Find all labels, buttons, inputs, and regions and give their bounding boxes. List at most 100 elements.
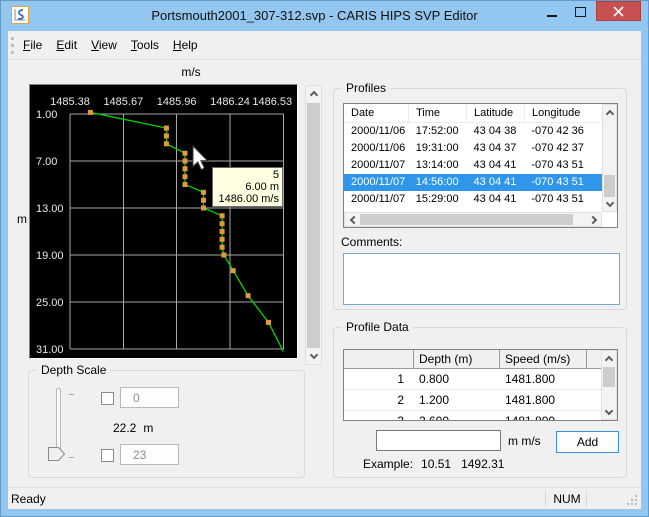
chevron-left-icon xyxy=(349,215,357,223)
profiles-vscroll-thumb[interactable] xyxy=(604,175,615,197)
chart-scroll-up-button[interactable] xyxy=(306,86,321,102)
svg-text:25.00: 25.00 xyxy=(36,297,64,309)
data-column-header-speed-m-s-[interactable]: Speed (m/s) xyxy=(500,350,587,368)
profile-row[interactable]: 2000/11/0714:56:0043 04 41-070 43 51 xyxy=(344,174,602,191)
svg-text:1485.38: 1485.38 xyxy=(50,96,90,108)
data-cell: 1.200 xyxy=(414,390,500,410)
svg-text:1.00: 1.00 xyxy=(36,109,57,121)
chevron-right-icon xyxy=(588,215,596,223)
profiles-horizontal-scrollbar[interactable] xyxy=(344,212,602,227)
profiles-scroll-up-button[interactable] xyxy=(603,105,616,120)
max-depth-field xyxy=(120,444,179,465)
minimize-button[interactable] xyxy=(538,1,565,21)
maximize-icon xyxy=(575,7,586,17)
data-scroll-down-button[interactable] xyxy=(602,404,616,419)
max-depth-checkbox[interactable] xyxy=(101,449,114,462)
min-depth-field xyxy=(120,387,179,408)
tooltip-speed: 1486.00 m/s xyxy=(216,193,279,205)
comments-label: Comments: xyxy=(341,235,402,249)
profiles-column-header-time[interactable]: Time xyxy=(409,104,467,123)
profiles-scroll-right-button[interactable] xyxy=(586,213,601,226)
profile-cell: 2000/11/07 xyxy=(344,157,409,174)
data-scroll-up-button[interactable] xyxy=(602,351,616,366)
slider-tick-top xyxy=(69,394,74,395)
profiles-table-header: DateTimeLatitudeLongitude xyxy=(344,104,603,123)
profiles-column-header-date[interactable]: Date xyxy=(344,104,409,123)
profile-data-group: Profile Data Depth (m)Speed (m/s) 10.800… xyxy=(333,327,627,478)
chart-scrollbar[interactable] xyxy=(305,85,322,365)
profiles-table-rows: 2000/11/0617:52:0043 04 38-070 42 362000… xyxy=(344,123,602,208)
minimize-icon xyxy=(547,15,557,17)
profile-cell: 43 04 38 xyxy=(467,123,525,140)
chevron-up-icon xyxy=(309,91,317,99)
profile-row[interactable]: 2000/11/0617:52:0043 04 38-070 42 36 xyxy=(344,123,602,140)
chevron-up-icon xyxy=(605,109,613,117)
min-depth-checkbox[interactable] xyxy=(101,392,114,405)
profiles-group: Profiles DateTimeLatitudeLongitude 2000/… xyxy=(333,88,627,310)
profile-row[interactable]: 2000/11/0715:29:0043 04 41-070 43 51 xyxy=(344,191,602,208)
profile-data-table[interactable]: Depth (m)Speed (m/s) 10.8001481.80021.20… xyxy=(343,349,618,421)
chart-scrollbar-thumb[interactable] xyxy=(307,103,320,348)
comments-textarea[interactable] xyxy=(343,253,620,305)
profiles-column-header-longitude[interactable]: Longitude xyxy=(525,104,603,123)
slider-tick-bottom xyxy=(69,457,74,458)
profile-row[interactable]: 2000/11/0713:14:0043 04 41-070 43 51 xyxy=(344,157,602,174)
status-bar: Ready NUM xyxy=(8,487,641,509)
svg-text:1485.96: 1485.96 xyxy=(157,96,197,108)
svp-chart-plot: 1485.381485.671485.961486.241486.531.007… xyxy=(30,85,297,358)
data-cell: 2.600 xyxy=(414,411,500,421)
resize-grip[interactable] xyxy=(626,494,639,507)
menu-view[interactable]: View xyxy=(85,35,123,55)
profiles-table[interactable]: DateTimeLatitudeLongitude 2000/11/0617:5… xyxy=(343,103,618,228)
chevron-down-icon xyxy=(309,351,317,359)
menu-tools[interactable]: Tools xyxy=(125,35,165,55)
depth-slider-thumb[interactable] xyxy=(48,447,66,461)
svg-text:31.00: 31.00 xyxy=(36,344,64,356)
profiles-hscroll-thumb[interactable] xyxy=(360,214,573,225)
svg-text:1485.67: 1485.67 xyxy=(103,96,143,108)
depth-scale-label: Depth Scale xyxy=(37,363,110,377)
chevron-up-icon xyxy=(605,355,613,363)
current-depth-value: 22.2 xyxy=(113,421,136,435)
profile-cell: 15:29:00 xyxy=(409,191,467,208)
num-lock-indicator: NUM xyxy=(549,492,585,506)
data-row[interactable]: 10.8001481.800 xyxy=(344,369,617,390)
profile-data-label: Profile Data xyxy=(342,320,413,334)
data-row[interactable]: 21.2001481.800 xyxy=(344,390,617,411)
profile-data-scrollbar[interactable] xyxy=(601,350,617,420)
depth-scale-group: Depth Scale 22.2m xyxy=(28,370,305,478)
close-button[interactable] xyxy=(596,1,641,21)
current-depth-readout: 22.2m xyxy=(113,421,153,435)
data-cell: 1481.800 xyxy=(500,411,587,421)
data-cell: 1481.800 xyxy=(500,390,587,410)
profiles-scroll-left-button[interactable] xyxy=(345,213,360,226)
data-column-header[interactable] xyxy=(344,350,414,368)
data-row[interactable]: 32.6001481.800 xyxy=(344,411,617,421)
chart-tooltip: 5 6.00 m 1486.00 m/s xyxy=(212,167,283,207)
svp-editor-logo-icon xyxy=(12,7,28,23)
data-cell: 1481.800 xyxy=(500,369,587,389)
row-number: 1 xyxy=(344,369,414,389)
svg-text:1486.53: 1486.53 xyxy=(252,96,292,108)
data-column-header-depth-m-[interactable]: Depth (m) xyxy=(414,350,500,368)
depth-speed-input[interactable] xyxy=(376,430,501,451)
profile-data-table-header: Depth (m)Speed (m/s) xyxy=(344,350,617,369)
profiles-column-header-latitude[interactable]: Latitude xyxy=(467,104,525,123)
chevron-down-icon xyxy=(605,198,613,206)
add-button[interactable]: Add xyxy=(556,431,619,453)
profile-cell: -070 43 51 xyxy=(524,191,602,208)
tooltip-depth: 6.00 m xyxy=(216,181,279,193)
data-vscroll-thumb[interactable] xyxy=(603,367,615,387)
svg-text:1486.24: 1486.24 xyxy=(210,96,250,108)
svp-profile-chart[interactable]: 1485.381485.671485.961486.241486.531.007… xyxy=(29,84,298,359)
profile-row[interactable]: 2000/11/0619:31:0043 04 37-070 42 37 xyxy=(344,140,602,157)
status-separator xyxy=(545,490,546,507)
profiles-vertical-scrollbar[interactable] xyxy=(602,104,617,212)
menu-file[interactable]: File xyxy=(17,35,48,55)
title-bar: Portsmouth2001_307-312.svp - CARIS HIPS … xyxy=(0,0,649,31)
maximize-button[interactable] xyxy=(567,1,594,21)
profiles-scroll-down-button[interactable] xyxy=(603,196,616,211)
chart-scroll-down-button[interactable] xyxy=(306,348,321,364)
menu-edit[interactable]: Edit xyxy=(50,35,83,55)
menu-help[interactable]: Help xyxy=(167,35,204,55)
